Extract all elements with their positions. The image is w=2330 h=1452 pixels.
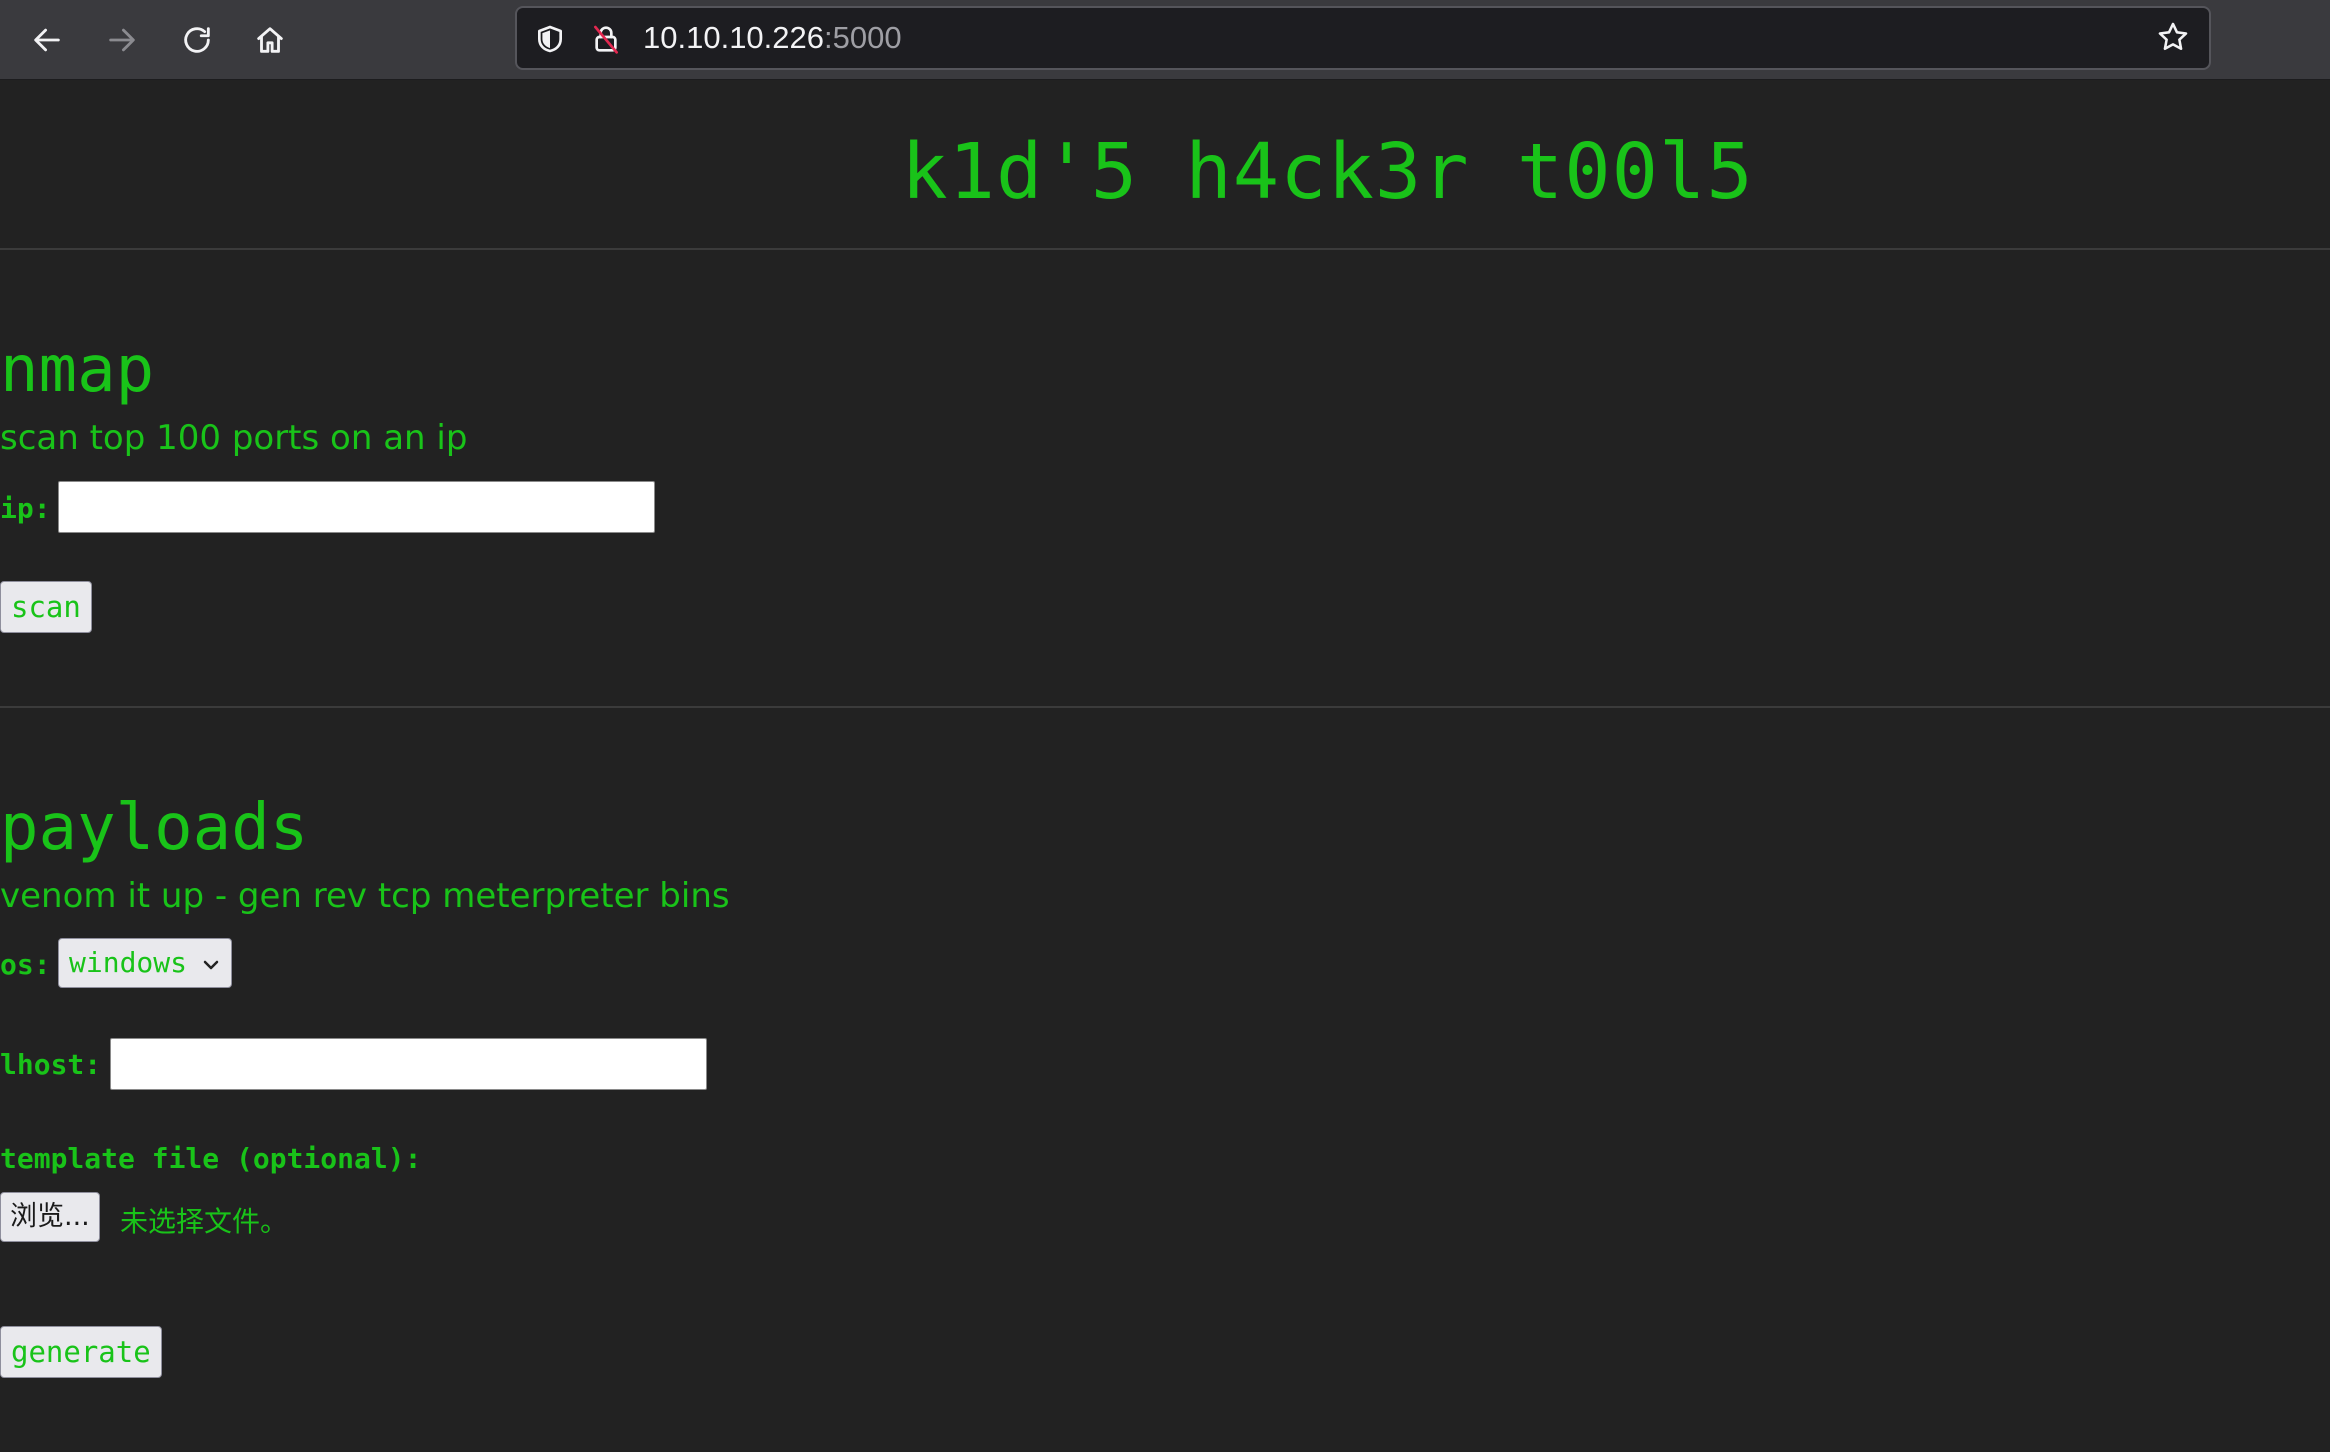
lhost-label: lhost: <box>0 1048 102 1081</box>
divider <box>0 706 2330 708</box>
url-host: 10.10.10.226 <box>643 20 825 55</box>
insecure-lock-icon[interactable] <box>587 20 625 58</box>
forward-arrow-icon <box>105 23 139 57</box>
back-button[interactable] <box>23 16 71 64</box>
nmap-description: scan top 100 ports on an ip <box>0 418 468 458</box>
forward-button[interactable] <box>98 16 146 64</box>
lhost-input[interactable] <box>110 1038 707 1090</box>
url-port: :5000 <box>824 20 902 55</box>
back-arrow-icon <box>30 23 64 57</box>
page-content: k1d'5 h4ck3r t00l5 nmap scan top 100 por… <box>0 80 2330 1452</box>
shield-icon[interactable] <box>531 20 569 58</box>
chevron-down-icon <box>201 939 221 987</box>
url-text[interactable]: 10.10.10.226:5000 <box>643 8 902 68</box>
os-select-value: windows <box>69 946 188 979</box>
site-title: k1d'5 h4ck3r t00l5 <box>901 128 1754 217</box>
os-label: os: <box>0 948 51 981</box>
template-file-label: template file (optional): <box>0 1142 422 1175</box>
file-status-text: 未选择文件。 <box>120 1205 289 1238</box>
browse-file-button[interactable]: 浏览... <box>0 1192 100 1242</box>
payloads-heading: payloads <box>0 791 309 865</box>
nmap-heading: nmap <box>0 333 155 407</box>
reload-icon <box>180 23 214 57</box>
os-select[interactable]: windows <box>58 938 233 988</box>
home-button[interactable] <box>246 16 294 64</box>
star-icon <box>2156 20 2190 58</box>
ip-input[interactable] <box>58 481 655 533</box>
ip-label: ip: <box>0 492 51 525</box>
address-bar[interactable]: 10.10.10.226:5000 <box>515 6 2211 70</box>
reload-button[interactable] <box>173 16 221 64</box>
scan-button[interactable]: scan <box>0 581 92 633</box>
divider <box>0 248 2330 250</box>
generate-button[interactable]: generate <box>0 1326 162 1378</box>
bookmark-star-button[interactable] <box>2154 20 2192 58</box>
browser-toolbar: 10.10.10.226:5000 <box>0 0 2330 80</box>
home-icon <box>253 23 287 57</box>
payloads-description: venom it up - gen rev tcp meterpreter bi… <box>0 876 730 916</box>
